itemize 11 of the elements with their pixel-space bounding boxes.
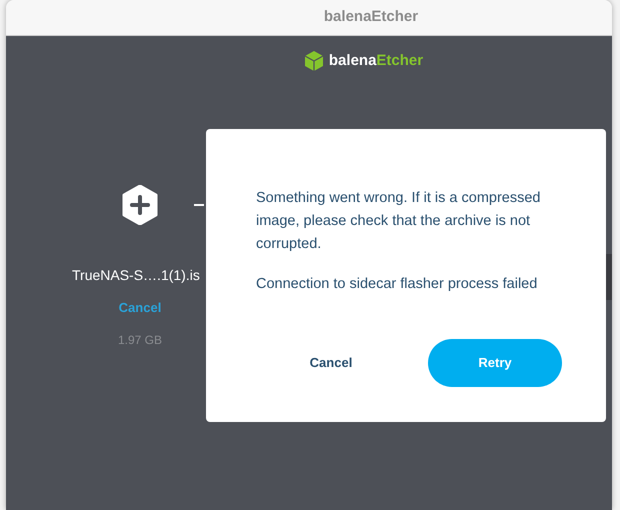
error-message: Connection to sidecar flasher process failed	[256, 275, 538, 294]
image-size: 1.97 GB	[118, 332, 162, 349]
cancel-link[interactable]: Cancel	[118, 298, 162, 317]
image-filename: TrueNAS-S….1(1).is	[72, 266, 200, 285]
error-message: Something went wrong. If it is a compressed image, please check that the archive is not corrupted.	[256, 189, 542, 254]
window-title: balenaEtcher	[324, 7, 418, 28]
retry-button[interactable]: Retry	[428, 339, 562, 387]
cancel-button[interactable]: Cancel	[272, 339, 390, 387]
add-hexagon-icon[interactable]	[121, 184, 159, 224]
cube-icon	[302, 50, 325, 72]
logo-text: balenaEtcher	[328, 51, 424, 71]
